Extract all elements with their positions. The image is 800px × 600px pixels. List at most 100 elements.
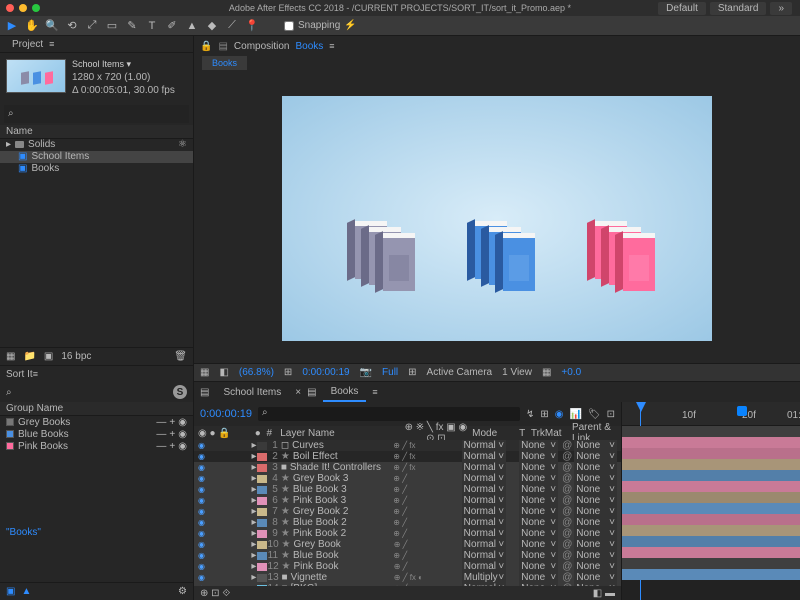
eye-icon[interactable]: ◉	[198, 463, 205, 472]
layer-bar[interactable]	[622, 536, 800, 547]
pickwhip-icon[interactable]: @	[562, 484, 572, 495]
layer-row[interactable]: ◉▸12★Pink Book⊕ ╱ Normal˅None˅@None˅	[194, 561, 621, 572]
layer-bar[interactable]	[622, 481, 800, 492]
px-aspect-icon[interactable]: ▦	[542, 367, 551, 378]
stamp-tool-icon[interactable]: ▲	[184, 18, 200, 34]
layer-mode[interactable]: Normal˅	[462, 495, 507, 506]
layer-mode[interactable]: Normal˅	[462, 550, 507, 561]
layer-label[interactable]	[257, 453, 266, 461]
layer-switches[interactable]: ⊕ ╱ fx ◐	[394, 573, 462, 582]
pickwhip-icon[interactable]: @	[562, 473, 572, 484]
group-dash-icon[interactable]: —	[156, 417, 166, 428]
layer-switches[interactable]: ⊕ ╱	[394, 562, 462, 571]
timecode[interactable]: 0:00:00:19	[200, 408, 252, 420]
layer-label[interactable]	[257, 541, 266, 549]
layer-label[interactable]	[257, 552, 266, 560]
eye-icon[interactable]: ◉	[198, 573, 205, 582]
layer-trkmat[interactable]: None˅	[519, 495, 558, 506]
layer-bar[interactable]	[622, 558, 800, 569]
tab-books[interactable]: Books	[323, 383, 367, 402]
layer-mode[interactable]: Normal˅	[462, 506, 507, 517]
layer-bar[interactable]	[622, 514, 800, 525]
layer-trkmat[interactable]: None˅	[519, 473, 558, 484]
workspace-default[interactable]: Default	[658, 2, 706, 15]
layer-parent[interactable]: None˅	[574, 440, 617, 451]
eye-icon[interactable]: ◉	[198, 441, 205, 450]
pickwhip-icon[interactable]: @	[562, 440, 572, 451]
layer-trkmat[interactable]: None˅	[519, 506, 558, 517]
toggle-switches-icon[interactable]: ⊕ ⊡ ⟐	[200, 588, 230, 599]
layer-parent[interactable]: None˅	[574, 462, 617, 473]
layer-label[interactable]	[257, 574, 266, 582]
layer-switches[interactable]: ⊕ ╱	[393, 529, 461, 538]
group-dash-icon[interactable]: —	[156, 441, 166, 452]
comp-mini-tab[interactable]: Books	[202, 56, 247, 70]
layer-bar[interactable]	[622, 426, 800, 437]
current-time[interactable]: 0:00:00:19	[302, 367, 349, 378]
layer-row[interactable]: ◉▸13■Vignette⊕ ╱ fx ◐Multiply˅None˅@None…	[194, 572, 621, 583]
layer-parent[interactable]: None˅	[574, 539, 617, 550]
eye-icon[interactable]: ◉	[198, 540, 205, 549]
eye-icon[interactable]: ◉	[198, 529, 205, 538]
layer-parent[interactable]: None˅	[574, 484, 617, 495]
group-row[interactable]: Blue Books—+◉	[0, 428, 193, 440]
pickwhip-icon[interactable]: @	[562, 561, 572, 572]
isolate-icon[interactable]: ▲	[21, 586, 31, 597]
layer-bar[interactable]	[622, 569, 800, 580]
draft3d-icon[interactable]: 🏷	[588, 409, 601, 420]
layer-mode[interactable]: Normal˅	[462, 517, 507, 528]
layer-switches[interactable]: ⊕ ╱ fx	[393, 441, 461, 450]
layer-trkmat[interactable]: None˅	[519, 462, 558, 473]
timeline-search[interactable]: ⌕	[258, 407, 520, 421]
alpha-icon[interactable]: ▦	[200, 367, 209, 378]
exposure[interactable]: +0.0	[561, 367, 581, 378]
shy-icon[interactable]: ↯	[526, 409, 534, 420]
layer-bar[interactable]	[622, 492, 800, 503]
layer-label[interactable]	[257, 464, 266, 472]
magnification[interactable]: (66.8%)	[239, 367, 274, 378]
layer-switches[interactable]: ⊕ ╱	[393, 507, 461, 516]
rotate-tool-icon[interactable]: ⤢	[84, 18, 100, 34]
lock-icon[interactable]: 🔒	[200, 41, 212, 52]
layer-trkmat[interactable]: None˅	[519, 484, 558, 495]
grid-icon[interactable]: ⊞	[408, 367, 416, 378]
layer-parent[interactable]: None˅	[574, 550, 617, 561]
sortit-settings-icon[interactable]: ⚙	[178, 586, 187, 597]
new-folder-icon[interactable]: 📁	[23, 351, 35, 362]
layer-mode[interactable]: Normal˅	[462, 484, 507, 495]
quality[interactable]: Full	[382, 367, 398, 378]
pickwhip-icon[interactable]: @	[562, 572, 572, 583]
layer-parent[interactable]: None˅	[574, 528, 617, 539]
layer-trkmat[interactable]: None˅	[519, 528, 558, 539]
pickwhip-icon[interactable]: @	[562, 539, 572, 550]
res-icon[interactable]: ⊞	[284, 367, 292, 378]
project-item-solids[interactable]: ▸Solids⚛	[0, 139, 193, 151]
layer-label[interactable]	[257, 563, 266, 571]
layer-switches[interactable]: ⊕ ╱	[394, 540, 462, 549]
layer-switches[interactable]: ⊕ ╱	[393, 496, 461, 505]
eye-icon[interactable]: ◉	[198, 496, 205, 505]
layer-row[interactable]: ◉▸2★Boil Effect⊕ ╱ fxNormal˅None˅@None˅	[194, 451, 621, 462]
layer-mode[interactable]: Normal˅	[462, 561, 506, 572]
layer-label[interactable]	[257, 486, 266, 494]
new-comp-icon[interactable]: ▣	[44, 351, 53, 362]
roto-tool-icon[interactable]: ⟋	[224, 18, 240, 34]
hand-tool-icon[interactable]: ✋	[24, 18, 40, 34]
eye-icon[interactable]: ◉	[198, 562, 205, 571]
layer-parent[interactable]: None˅	[574, 451, 617, 462]
name-column[interactable]: Name	[6, 126, 33, 137]
layer-trkmat[interactable]: None˅	[519, 517, 558, 528]
group-row[interactable]: Pink Books—+◉	[0, 440, 193, 452]
layer-switches[interactable]: ⊕ ╱	[393, 474, 461, 483]
layer-parent[interactable]: None˅	[574, 561, 617, 572]
zoom-tool-icon[interactable]: 🔍	[44, 18, 60, 34]
brush-tool-icon[interactable]: ✐	[164, 18, 180, 34]
layer-mode[interactable]: Normal˅	[462, 528, 507, 539]
group-plus-icon[interactable]: +	[169, 429, 175, 440]
trkmat-col[interactable]: TrkMat	[531, 428, 572, 439]
group-plus-icon[interactable]: +	[169, 441, 175, 452]
workspace-search-icon[interactable]: »	[770, 2, 792, 15]
layer-parent[interactable]: None˅	[574, 572, 617, 583]
project-panel-tab[interactable]: Project	[6, 37, 49, 52]
layer-label[interactable]	[257, 530, 266, 538]
